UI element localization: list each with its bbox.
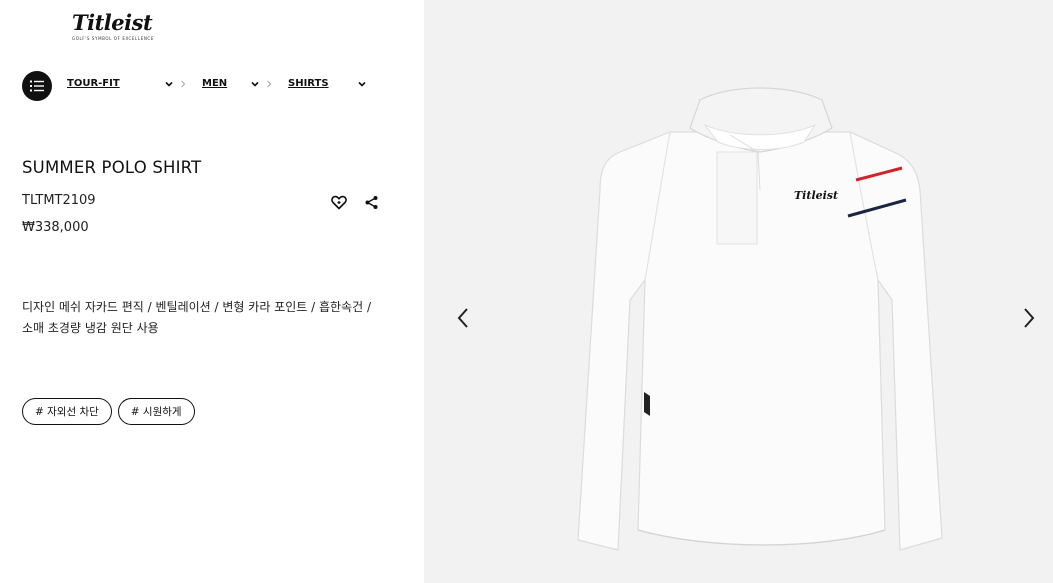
breadcrumb-tour-fit[interactable]: TOUR-FIT xyxy=(67,78,120,89)
chevron-right-icon xyxy=(267,80,272,88)
product-description: 디자인 메쉬 자카드 편직 / 벤틸레이션 / 변형 카라 포인트 / 흡한속건… xyxy=(22,300,371,335)
share-icon xyxy=(365,195,377,209)
wishlist-button[interactable] xyxy=(330,193,348,211)
titleist-logo[interactable]: Titleist GOLF'S SYMBOL OF EXCELLENCE xyxy=(72,12,156,44)
breadcrumb: TOUR-FIT MEN SHIRTS xyxy=(67,78,377,94)
gallery-next-button[interactable] xyxy=(1020,305,1038,331)
breadcrumb-men[interactable]: MEN xyxy=(202,78,227,89)
tag-uv-protection[interactable]: # 자외선 차단 xyxy=(22,398,112,425)
chevron-left-icon xyxy=(457,308,468,328)
logo-tagline: GOLF'S SYMBOL OF EXCELLENCE xyxy=(72,36,154,41)
product-info-panel: Titleist GOLF'S SYMBOL OF EXCELLENCE TOU… xyxy=(0,0,424,583)
heart-icon xyxy=(331,195,347,209)
gallery-prev-button[interactable] xyxy=(454,305,472,331)
list-icon xyxy=(30,80,44,92)
shirt-logo-text: Titleist xyxy=(794,189,838,202)
logo-wordmark: Titleist xyxy=(72,10,153,35)
product-tags: # 자외선 차단 # 시원하게 xyxy=(22,398,195,425)
chevron-down-icon[interactable] xyxy=(164,79,174,89)
breadcrumb-shirts[interactable]: SHIRTS xyxy=(288,78,329,89)
product-image-polo-shirt: Titleist xyxy=(577,87,943,551)
product-code: TLTMT2109 xyxy=(22,193,96,208)
tag-cool[interactable]: # 시원하게 xyxy=(117,398,195,425)
chevron-down-icon[interactable] xyxy=(250,79,260,89)
chevron-down-icon[interactable] xyxy=(357,79,367,89)
category-menu-button[interactable] xyxy=(22,71,52,101)
share-button[interactable] xyxy=(362,193,380,211)
chevron-right-icon xyxy=(1024,308,1035,328)
chevron-right-icon xyxy=(181,80,186,88)
product-price: ₩338,000 xyxy=(22,220,89,235)
product-title: SUMMER POLO SHIRT xyxy=(22,158,202,177)
